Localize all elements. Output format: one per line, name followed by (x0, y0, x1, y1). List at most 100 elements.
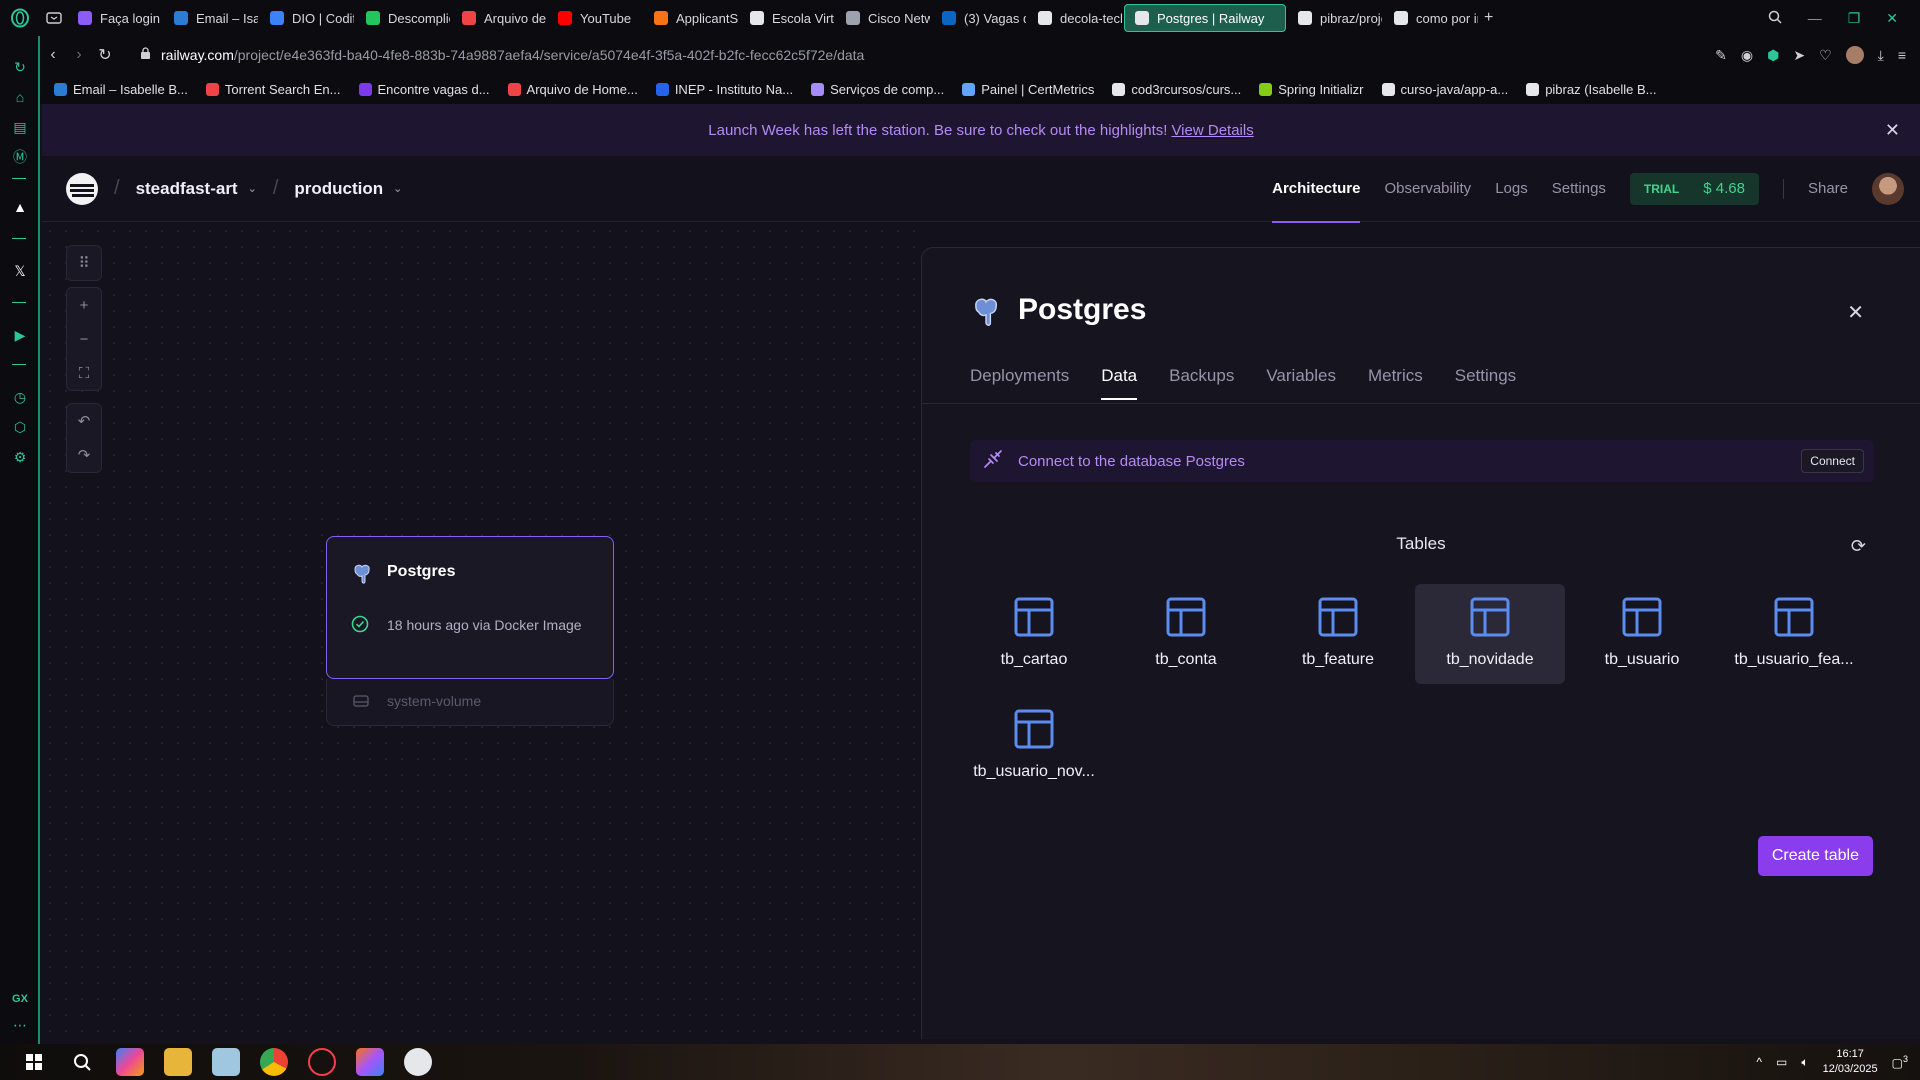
aria-icon[interactable]: ⌂ (11, 88, 29, 106)
profile-avatar[interactable] (1845, 46, 1864, 64)
bookmark-item[interactable]: INEP - Instituto Na... (655, 82, 793, 97)
heart-icon[interactable]: ♡ (1819, 47, 1832, 64)
volume-icon[interactable]: 🔈︎ (1801, 1055, 1808, 1070)
notifications-icon[interactable]: ▢3 (1892, 1054, 1908, 1070)
history-icon[interactable]: ◷ (11, 388, 29, 406)
panel-tab-metrics[interactable]: Metrics (1368, 366, 1423, 386)
messenger-icon[interactable]: ▤ (11, 118, 29, 136)
back-icon[interactable]: ‹ (40, 46, 66, 64)
project-selector[interactable]: steadfast-art ⌄ (136, 179, 257, 199)
table-item[interactable]: tb_feature (1263, 584, 1413, 684)
table-item[interactable]: tb_usuario_nov... (959, 696, 1109, 796)
browser-tab[interactable]: ApplicantSt (644, 4, 738, 32)
browser-tab[interactable]: (3) Vagas q (932, 4, 1026, 32)
browser-tab[interactable]: Descomplic (356, 4, 450, 32)
chrome-icon[interactable] (260, 1048, 288, 1076)
opera-gx-icon[interactable] (308, 1048, 336, 1076)
x-twitter-icon[interactable]: 𝕏 (11, 262, 29, 280)
create-table-button[interactable]: Create table (1757, 836, 1873, 876)
send-icon[interactable]: ➤ (1793, 47, 1805, 64)
copilot-icon[interactable] (116, 1048, 144, 1076)
browser-tab[interactable]: Escola Virtu (740, 4, 834, 32)
fit-view-icon[interactable]: ⛶ (66, 356, 102, 390)
panel-tab-variables[interactable]: Variables (1266, 366, 1336, 386)
table-item[interactable]: tb_cartao (959, 584, 1109, 684)
intellij-icon[interactable] (356, 1048, 384, 1076)
opera-logo-icon[interactable] (0, 0, 40, 36)
browser-tab[interactable]: Cisco Netw (836, 4, 930, 32)
bookmark-item[interactable]: Painel | CertMetrics (962, 82, 1094, 97)
close-banner-icon[interactable]: ✕ (1885, 120, 1900, 141)
edit-icon[interactable]: ✎ (1715, 47, 1727, 64)
panel-tab-data[interactable]: Data (1101, 366, 1137, 400)
table-item[interactable]: tb_novidade (1415, 584, 1565, 684)
refresh-tables-icon[interactable]: ⟳ (1851, 536, 1866, 557)
settings-gear-icon[interactable]: ⚙ (11, 448, 29, 466)
arc-app-icon[interactable]: ▲ (11, 198, 29, 216)
show-hidden-icons[interactable]: ^ (1756, 1055, 1762, 1069)
search-icon[interactable] (68, 1048, 96, 1076)
tab-overview-icon[interactable] (40, 0, 68, 36)
close-window-icon[interactable]: ✕ (1886, 10, 1898, 27)
player-icon[interactable]: ▶ (11, 326, 29, 344)
panel-tab-deployments[interactable]: Deployments (970, 366, 1069, 386)
nav-observability[interactable]: Observability (1384, 180, 1471, 197)
search-tabs-icon[interactable] (1768, 10, 1782, 27)
bookmark-item[interactable]: Arquivo de Home... (507, 82, 638, 97)
bookmark-item[interactable]: Email – Isabelle B... (54, 82, 188, 97)
railway-logo-icon[interactable] (66, 172, 98, 205)
panel-tab-settings[interactable]: Settings (1455, 366, 1516, 386)
minimize-window-icon[interactable]: — (1808, 10, 1822, 26)
connect-button[interactable]: Connect (1801, 449, 1864, 473)
table-item[interactable]: tb_usuario (1567, 584, 1717, 684)
menu-icon[interactable]: ≡ (1898, 47, 1906, 63)
table-item[interactable]: tb_usuario_fea... (1719, 584, 1869, 684)
environment-selector[interactable]: production ⌄ (294, 179, 402, 199)
refresh-sidebar-icon[interactable]: ↻ (11, 58, 29, 76)
nav-architecture[interactable]: Architecture (1272, 180, 1361, 223)
architecture-canvas[interactable]: ⠿ + − ⛶ ↶ ↷ Postgres 18 hours ago via Do… (42, 223, 920, 1039)
forward-icon[interactable]: › (66, 46, 92, 64)
bookmark-item[interactable]: Serviços de comp... (811, 82, 944, 97)
nav-settings[interactable]: Settings (1552, 180, 1606, 197)
network-icon[interactable]: ▭ (1776, 1055, 1787, 1069)
bookmark-item[interactable]: Torrent Search En... (205, 82, 341, 97)
camera-icon[interactable]: ◉ (1741, 47, 1753, 64)
bookmark-item[interactable]: Encontre vagas d... (358, 82, 490, 97)
more-icon[interactable]: ⋯ (11, 1016, 29, 1034)
volume-card[interactable]: system-volume (326, 679, 614, 726)
new-tab-button[interactable]: + (1484, 9, 1493, 27)
browser-tab[interactable]: Arquivo de (452, 4, 546, 32)
m-app-icon[interactable]: Ⓜ (11, 148, 29, 166)
browser-tab[interactable]: YouTube (548, 4, 642, 32)
browser-tab[interactable]: Faça login p (68, 4, 162, 32)
close-panel-icon[interactable]: ✕ (1847, 300, 1864, 325)
file-explorer-icon[interactable] (164, 1048, 192, 1076)
share-button[interactable]: Share (1808, 180, 1848, 197)
browser-tab[interactable]: pibraz/proje (1288, 4, 1382, 32)
vpn-shield-icon[interactable]: ⬢ (1767, 47, 1779, 64)
undo-icon[interactable]: ↶ (66, 404, 102, 438)
clock[interactable]: 16:17 12/03/2025 (1823, 1047, 1878, 1077)
view-details-link[interactable]: View Details (1171, 122, 1253, 139)
url-field[interactable]: railway.com/project/e4e363fd-ba40-4fe8-8… (140, 47, 864, 63)
browser-tab[interactable]: DIO | Codifi (260, 4, 354, 32)
grid-menu-icon[interactable]: ⠿ (66, 246, 102, 280)
nav-logs[interactable]: Logs (1495, 180, 1528, 197)
user-avatar[interactable] (1872, 172, 1904, 205)
browser-tab[interactable]: Postgres | Railway (1124, 4, 1286, 32)
notepad-icon[interactable] (212, 1048, 240, 1076)
app-icon[interactable] (404, 1048, 432, 1076)
zoom-in-icon[interactable]: + (66, 288, 102, 322)
reload-icon[interactable]: ↻ (92, 45, 118, 65)
browser-tab[interactable]: decola-tech (1028, 4, 1122, 32)
bookmark-item[interactable]: curso-java/app-a... (1381, 82, 1508, 97)
panel-tab-backups[interactable]: Backups (1169, 366, 1234, 386)
zoom-out-icon[interactable]: − (66, 322, 102, 356)
bookmark-item[interactable]: Spring Initializr (1259, 82, 1364, 97)
postgres-service-card[interactable]: Postgres 18 hours ago via Docker Image (326, 536, 614, 679)
download-icon[interactable]: ⤓ (1878, 47, 1884, 64)
bookmark-item[interactable]: cod3rcursos/curs... (1112, 82, 1241, 97)
windows-start-icon[interactable] (20, 1048, 48, 1076)
bookmark-item[interactable]: pibraz (Isabelle B... (1526, 82, 1656, 97)
